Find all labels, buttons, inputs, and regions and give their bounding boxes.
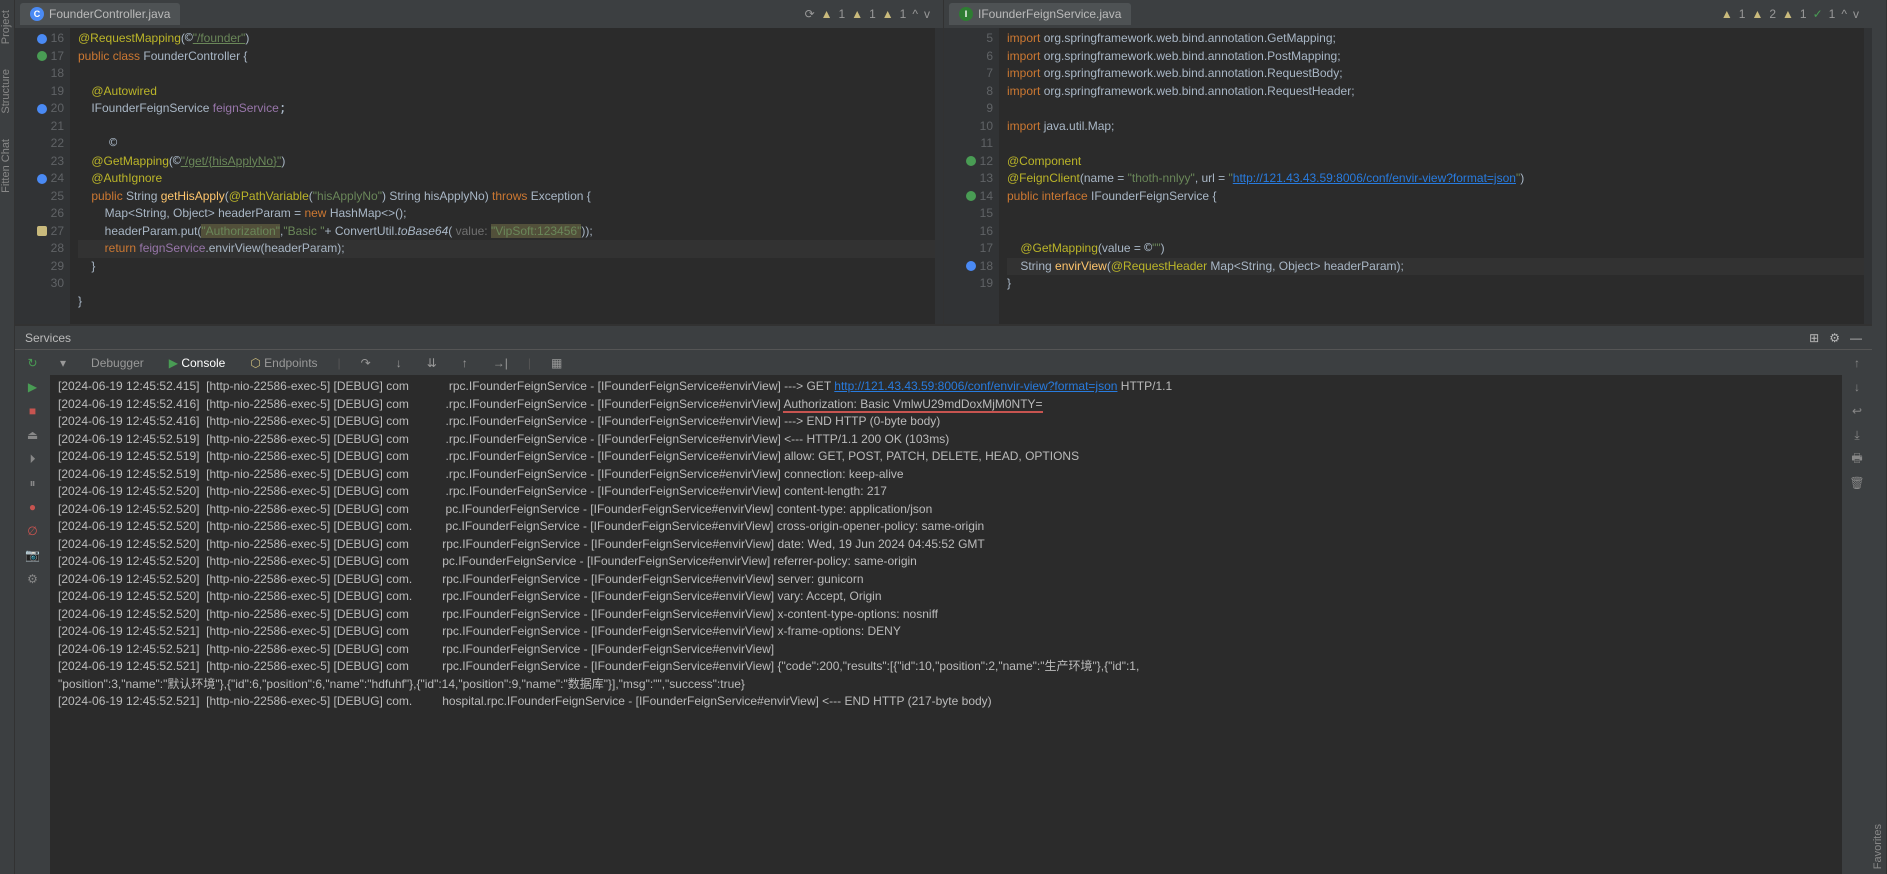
soft-wrap-icon[interactable]: ↩ — [1849, 403, 1865, 419]
tab-debugger[interactable]: Debugger — [86, 353, 149, 373]
exit-icon[interactable]: ⏏ — [25, 427, 41, 443]
console-output[interactable]: [2024-06-19 12:45:52.415] [http-nio-2258… — [50, 375, 1842, 874]
mute-bp-icon[interactable]: ∅ — [25, 523, 41, 539]
favorites-tool[interactable]: Favorites — [1872, 819, 1886, 874]
settings-icon[interactable]: ⚙ — [25, 571, 41, 587]
run-icon[interactable]: ▶ — [25, 379, 41, 395]
structure-tool[interactable]: Structure — [0, 64, 14, 119]
tab-endpoints[interactable]: ⬡ Endpoints — [245, 353, 322, 373]
gear-icon[interactable]: ⚙ — [1829, 331, 1840, 345]
debug-tabs: ▾ Debugger ▶ Console ⬡ Endpoints | ↷ ↓ ⇊… — [50, 350, 1842, 375]
marker-strip-left[interactable] — [935, 28, 943, 324]
tab-founder-controller[interactable]: C FounderController.java — [20, 3, 180, 25]
tab-ifounder-feign[interactable]: I IFounderFeignService.java — [949, 3, 1131, 25]
hide-icon[interactable]: — — [1850, 331, 1862, 345]
clear-icon[interactable]: 🗑 — [1849, 475, 1865, 491]
rerun-icon[interactable]: ↻ — [25, 355, 41, 371]
step-into-icon[interactable]: ↓ — [391, 353, 407, 373]
scroll-end-icon[interactable]: ⤓ — [1849, 427, 1865, 443]
run-toolbar: ↻ ▶ ■ ⏏ ⏵ ⏸ ● ∅ 📷 ⚙ — [15, 350, 50, 874]
java-interface-icon: I — [959, 7, 973, 21]
print-icon[interactable]: 🖶 — [1849, 451, 1865, 467]
scroll-down-icon[interactable]: ↓ — [1849, 379, 1865, 395]
step-over-icon[interactable]: ↷ — [356, 353, 376, 373]
breakpoint-icon[interactable]: ● — [25, 499, 41, 515]
expand-icon[interactable]: ▾ — [55, 353, 71, 373]
inspection-status-right[interactable]: ▲1▲2▲1✓1^v — [1713, 7, 1867, 21]
editor-split: C FounderController.java ⟳▲1▲1▲1^v 16 17… — [15, 0, 1872, 325]
evaluate-icon[interactable]: ▦ — [546, 353, 567, 373]
java-class-icon: C — [30, 7, 44, 21]
left-tool-strip-bottom: Favorites — [1872, 0, 1887, 874]
code-area-right[interactable]: import org.springframework.web.bind.anno… — [999, 28, 1864, 324]
gutter-left[interactable]: 16 17 18 19 20 21 22 23 24 25 26 27 28 2… — [15, 28, 70, 324]
marker-strip-right[interactable] — [1864, 28, 1872, 324]
inspection-status-left[interactable]: ⟳▲1▲1▲1^v — [797, 7, 938, 21]
layout-settings-icon[interactable]: ⊞ — [1809, 331, 1819, 345]
force-step-icon[interactable]: ⇊ — [422, 353, 442, 373]
step-out-icon[interactable]: ↑ — [457, 353, 473, 373]
console-right-toolbar: ↑ ↓ ↩ ⤓ 🖶 🗑 — [1842, 350, 1872, 874]
fitten-chat-tool[interactable]: Fitten Chat — [0, 134, 14, 198]
resume-icon[interactable]: ⏵ — [25, 451, 41, 467]
stop-icon[interactable]: ■ — [25, 403, 41, 419]
editor-right: I IFounderFeignService.java ▲1▲2▲1✓1^v 5… — [944, 0, 1872, 324]
code-area-left[interactable]: @RequestMapping(©"/founder") public clas… — [70, 28, 935, 324]
pause-icon[interactable]: ⏸ — [25, 475, 41, 491]
gutter-right[interactable]: 5 6 7 8 9 10 11 12 13 14 15 16 17 18 19 — [944, 28, 999, 324]
bulb-icon[interactable] — [37, 226, 47, 236]
editor-left: C FounderController.java ⟳▲1▲1▲1^v 16 17… — [15, 0, 944, 324]
camera-icon[interactable]: 📷 — [25, 547, 41, 563]
services-tool-window-header[interactable]: Services ⊞ ⚙ — — [15, 325, 1872, 350]
console-url-link[interactable]: http://121.43.43.59:8006/conf/envir-view… — [834, 379, 1117, 393]
services-panel: ↻ ▶ ■ ⏏ ⏵ ⏸ ● ∅ 📷 ⚙ ▾ Debugger ▶ Console… — [15, 350, 1872, 874]
run-to-cursor-icon[interactable]: →| — [488, 353, 513, 373]
project-tool[interactable]: Project — [0, 5, 14, 49]
tab-console[interactable]: ▶ Console — [164, 353, 231, 373]
left-tool-strip: Project Structure Fitten Chat — [0, 0, 15, 874]
scroll-up-icon[interactable]: ↑ — [1849, 355, 1865, 371]
